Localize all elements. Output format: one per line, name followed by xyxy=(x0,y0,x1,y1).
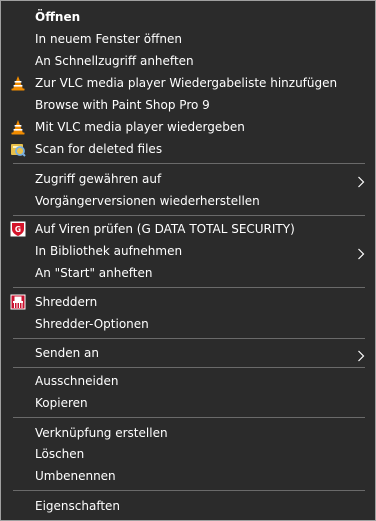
menu-item-delete[interactable]: Löschen xyxy=(1,443,375,465)
menu-item-label: Browse with Paint Shop Pro 9 xyxy=(35,98,210,112)
menu-item-label: Senden an xyxy=(35,346,99,360)
menu-item-give-access[interactable]: Zugriff gewähren auf xyxy=(1,168,375,190)
menu-item-label: Shreddern xyxy=(35,295,98,309)
menu-item-open-new-window[interactable]: In neuem Fenster öffnen xyxy=(1,28,375,50)
menu-item-label: Löschen xyxy=(35,447,85,461)
menu-item-label: In Bibliothek aufnehmen xyxy=(35,244,183,258)
menu-item-label: Kopieren xyxy=(35,396,88,410)
context-menu: Öffnen In neuem Fenster öffnen An Schnel… xyxy=(0,0,376,521)
menu-item-label: Umbenennen xyxy=(35,469,116,483)
vlc-cone-icon xyxy=(10,119,26,135)
menu-item-create-shortcut[interactable]: Verknüpfung erstellen xyxy=(1,422,375,444)
menu-item-label: Mit VLC media player wiedergeben xyxy=(35,120,245,134)
menu-separator xyxy=(13,367,365,368)
menu-separator xyxy=(13,417,365,418)
recovery-scan-icon xyxy=(10,141,26,157)
menu-item-vlc-add-playlist[interactable]: Zur VLC media player Wiedergabeliste hin… xyxy=(1,72,375,94)
menu-separator xyxy=(13,215,365,216)
menu-item-label: Eigenschaften xyxy=(35,499,121,513)
gdata-shield-icon: G xyxy=(10,221,26,237)
menu-item-label: In neuem Fenster öffnen xyxy=(35,32,182,46)
menu-item-restore-previous-versions[interactable]: Vorgängerversionen wiederherstellen xyxy=(1,190,375,212)
menu-separator xyxy=(13,163,365,164)
menu-item-pin-to-start[interactable]: An "Start" anheften xyxy=(1,262,375,284)
menu-item-label: Shredder-Optionen xyxy=(35,317,149,331)
menu-item-label: Scan for deleted files xyxy=(35,142,163,156)
svg-text:G: G xyxy=(15,225,21,234)
vlc-cone-icon xyxy=(10,75,26,91)
menu-item-paint-shop-pro[interactable]: Browse with Paint Shop Pro 9 xyxy=(1,94,375,116)
menu-item-shred[interactable]: Shreddern xyxy=(1,291,375,313)
menu-item-pin-quick-access[interactable]: An Schnellzugriff anheften xyxy=(1,50,375,72)
menu-item-label: Auf Viren prüfen (G DATA TOTAL SECURITY) xyxy=(35,222,295,236)
menu-item-add-to-library[interactable]: In Bibliothek aufnehmen xyxy=(1,240,375,262)
chevron-right-icon xyxy=(357,245,365,260)
menu-item-open[interactable]: Öffnen xyxy=(1,6,375,28)
menu-item-scan-deleted-files[interactable]: Scan for deleted files xyxy=(1,138,375,160)
menu-item-label: An "Start" anheften xyxy=(35,266,153,280)
menu-item-virus-scan[interactable]: G Auf Viren prüfen (G DATA TOTAL SECURIT… xyxy=(1,218,375,240)
menu-item-send-to[interactable]: Senden an xyxy=(1,342,375,364)
menu-separator xyxy=(13,287,365,288)
menu-separator xyxy=(13,338,365,339)
menu-item-vlc-play[interactable]: Mit VLC media player wiedergeben xyxy=(1,116,375,138)
menu-item-rename[interactable]: Umbenennen xyxy=(1,465,375,487)
shredder-icon xyxy=(10,294,26,310)
chevron-right-icon xyxy=(357,347,365,362)
menu-item-label: Verknüpfung erstellen xyxy=(35,426,168,440)
menu-item-cut[interactable]: Ausschneiden xyxy=(1,370,375,392)
chevron-right-icon xyxy=(357,173,365,188)
menu-separator xyxy=(13,490,365,491)
menu-item-label: Vorgängerversionen wiederherstellen xyxy=(35,194,260,208)
menu-item-properties[interactable]: Eigenschaften xyxy=(1,495,375,517)
menu-item-copy[interactable]: Kopieren xyxy=(1,392,375,414)
menu-item-label: Zur VLC media player Wiedergabeliste hin… xyxy=(35,76,338,90)
menu-item-label: An Schnellzugriff anheften xyxy=(35,54,194,68)
menu-item-shredder-options[interactable]: Shredder-Optionen xyxy=(1,313,375,335)
menu-item-label: Zugriff gewähren auf xyxy=(35,172,162,186)
menu-item-label: Öffnen xyxy=(35,10,81,24)
menu-item-label: Ausschneiden xyxy=(35,374,119,388)
